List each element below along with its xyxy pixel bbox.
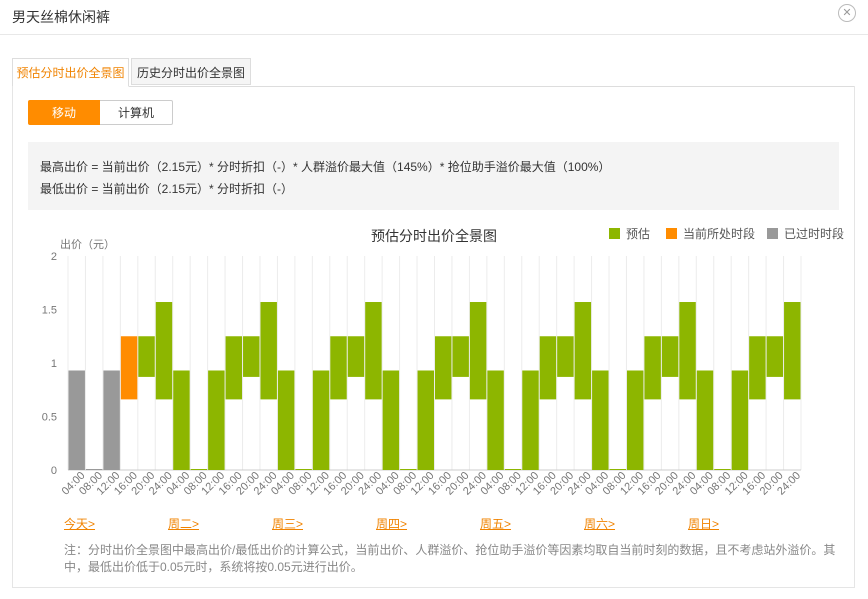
bid-bar[interactable] — [417, 370, 434, 470]
bid-bar[interactable] — [382, 370, 400, 470]
bid-bar[interactable] — [522, 370, 539, 470]
bid-bar[interactable] — [312, 370, 330, 470]
bid-bar[interactable] — [504, 469, 522, 470]
day-link-today[interactable]: 今天> — [64, 515, 95, 532]
bid-panorama-chart: 预估分时出价全景图 出价（元） 预估 当前所处时段 已过时时段 00.511.52 … — [42, 226, 844, 498]
y-tick-label: 0.5 — [42, 412, 57, 424]
day-link-saturday[interactable]: 周六> — [584, 515, 615, 532]
bid-bar[interactable] — [766, 336, 784, 377]
bid-bar[interactable] — [120, 336, 138, 400]
bid-bar[interactable] — [155, 302, 173, 400]
day-link-sunday[interactable]: 周日> — [688, 515, 719, 532]
legend-swatch — [609, 228, 620, 239]
y-tick-label: 1.5 — [42, 305, 57, 317]
y-tick-label: 2 — [51, 251, 57, 263]
y-axis-ticks: 0 0.5 1 1.5 2 — [42, 251, 57, 477]
y-axis-label: 出价（元） — [60, 237, 115, 251]
day-link-friday[interactable]: 周五> — [480, 515, 511, 532]
x-axis-ticks: 04:0008:0012:0016:0020:0024:0004:0008:00… — [60, 470, 804, 498]
bid-bar[interactable] — [574, 302, 592, 400]
bid-bar[interactable] — [330, 336, 347, 400]
bid-bar[interactable] — [225, 336, 243, 400]
bid-bar[interactable] — [452, 336, 469, 377]
panorama-panel: 预估分时出价全景图 历史分时出价全景图 移动 计算机 最高出价 = 当前出价（2… — [12, 58, 855, 588]
bid-bar[interactable] — [190, 469, 208, 470]
y-tick-label: 0 — [51, 465, 57, 477]
day-link-wednesday[interactable]: 周三> — [272, 515, 303, 532]
bid-bar[interactable] — [469, 302, 487, 400]
chart-title: 预估分时出价全景图 — [371, 228, 497, 244]
bid-bar[interactable] — [173, 370, 190, 470]
bid-bar[interactable] — [103, 370, 120, 470]
bid-bar[interactable] — [208, 370, 225, 470]
bid-bar[interactable] — [243, 336, 260, 377]
bid-bar[interactable] — [85, 469, 103, 470]
bid-bar[interactable] — [400, 469, 417, 470]
day-link-tuesday[interactable]: 周二> — [168, 515, 199, 532]
bid-bar[interactable] — [609, 469, 626, 470]
day-link-thursday[interactable]: 周四> — [376, 515, 407, 532]
bid-bar[interactable] — [661, 336, 679, 377]
bid-bar[interactable] — [260, 302, 277, 400]
bid-bar[interactable] — [435, 336, 452, 400]
bid-bar[interactable] — [679, 302, 696, 400]
bid-bar[interactable] — [539, 336, 557, 400]
legend-swatch — [666, 228, 677, 239]
bid-bar[interactable] — [626, 370, 644, 470]
bid-bar[interactable] — [295, 469, 312, 470]
bid-bar[interactable] — [784, 302, 801, 400]
legend-label: 预估 — [626, 227, 650, 241]
bid-bar[interactable] — [68, 370, 85, 470]
legend-swatch — [767, 228, 778, 239]
bid-bar[interactable] — [365, 302, 382, 400]
bid-bar[interactable] — [644, 336, 661, 400]
bid-bar[interactable] — [731, 370, 749, 470]
bid-bar[interactable] — [696, 370, 714, 470]
bid-bar[interactable] — [487, 370, 504, 470]
bid-bar[interactable] — [592, 370, 609, 470]
bid-bar[interactable] — [749, 336, 766, 400]
bid-bar[interactable] — [557, 336, 574, 377]
chart-legend: 预估 当前所处时段 已过时时段 — [609, 226, 844, 241]
legend-label: 当前所处时段 — [683, 226, 755, 241]
footnote: 注：分时出价全景图中最高出价/最低出价的计算公式，当前出价、人群溢价、抢位助手溢… — [64, 543, 836, 574]
bid-bar[interactable] — [138, 336, 155, 377]
bid-bar[interactable] — [347, 336, 365, 377]
bid-bar[interactable] — [277, 370, 295, 470]
bid-bar[interactable] — [714, 469, 731, 470]
y-tick-label: 1 — [51, 358, 57, 370]
legend-label: 已过时时段 — [784, 226, 844, 241]
